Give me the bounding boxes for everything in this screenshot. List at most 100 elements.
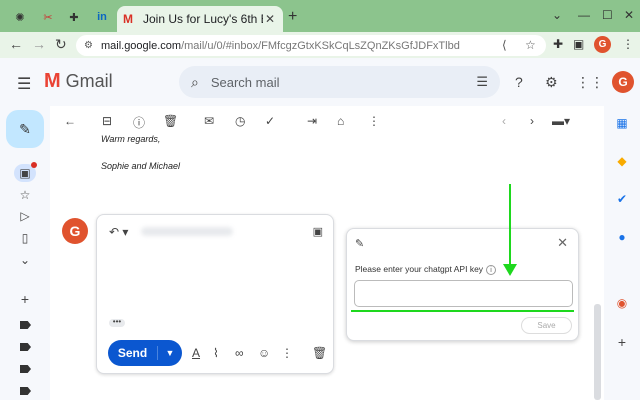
- scissors-tab-icon[interactable]: ✂: [36, 6, 60, 28]
- linkedin-tab-icon[interactable]: in: [90, 6, 114, 28]
- gmail-header: ☰ M Gmail ⌕ Search mail ☰ ? ⚙ ⋮⋮: [0, 58, 640, 106]
- reply-compose-box[interactable]: ↶ ▾ ▣ ••• Send ▼ A ⌇ ∞ ☺ ⋮ 🗑: [96, 214, 334, 374]
- browser-menu-icon[interactable]: ⋮: [622, 37, 634, 51]
- forward-arrow-icon[interactable]: →: [32, 36, 46, 52]
- tasks-icon[interactable]: ✔: [604, 192, 640, 206]
- unread-dot: [31, 162, 37, 168]
- newer-chevron-icon[interactable]: ‹: [502, 114, 506, 128]
- extension-tab-icon[interactable]: ✚: [62, 6, 86, 28]
- tab-close-icon[interactable]: ✕: [263, 12, 277, 26]
- back-to-inbox-icon[interactable]: ←: [64, 114, 76, 128]
- emoji-icon[interactable]: ☺: [258, 346, 270, 360]
- pop-out-reply-icon[interactable]: ▣: [313, 225, 323, 238]
- attach-icon[interactable]: ⌇: [213, 346, 219, 360]
- account-avatar[interactable]: G: [612, 71, 634, 93]
- close-icon[interactable]: ✕: [557, 235, 568, 251]
- older-chevron-icon[interactable]: ›: [530, 114, 534, 128]
- add-label-icon[interactable]: +: [0, 291, 50, 307]
- drafts-icon[interactable]: ▯: [0, 231, 50, 245]
- search-input[interactable]: Search mail: [211, 75, 280, 90]
- back-arrow-icon[interactable]: ←: [9, 36, 23, 52]
- compose-button[interactable]: ✎: [6, 110, 44, 148]
- show-trimmed-content-button[interactable]: •••: [109, 318, 125, 327]
- more-compose-options-icon[interactable]: ⋮: [281, 346, 293, 360]
- window-close-icon[interactable]: ✕: [624, 8, 634, 22]
- snooze-icon[interactable]: ◷: [235, 114, 245, 128]
- site-info-icon[interactable]: ⚙: [84, 40, 93, 51]
- extensions-puzzle-icon[interactable]: ✚: [553, 37, 563, 51]
- label-icon[interactable]: [20, 387, 31, 395]
- reply-type-icon[interactable]: ↶ ▾: [109, 225, 128, 239]
- search-bar[interactable]: ⌕ Search mail ☰: [179, 66, 500, 98]
- gmail-favicon: M: [123, 12, 133, 26]
- url-host: mail.google.com: [100, 39, 182, 52]
- recipient-field[interactable]: [141, 227, 233, 236]
- url-path: /mail/u/0/#inbox/FMfcgzGtxKSkCqLsZQnZKsG…: [181, 39, 460, 52]
- add-task-icon[interactable]: ✓: [265, 114, 275, 128]
- tab-list-chevron-icon[interactable]: ⌄: [552, 8, 562, 22]
- addon-icon[interactable]: ◉: [604, 296, 640, 310]
- message-toolbar: ← ⊟ ⓘ 🗑 ✉ ◷ ✓ ⇥ ⌂ ⋮ ‹ › ▬▾: [50, 106, 602, 136]
- more-options-icon[interactable]: ⋮: [368, 114, 380, 128]
- highlight-underline: [351, 310, 574, 312]
- browser-profile-avatar[interactable]: G: [594, 36, 611, 53]
- left-nav-rail: ✎ ▣ ☆ ▷ ▯ ⌄ +: [0, 106, 50, 400]
- minimize-icon[interactable]: —: [578, 8, 590, 22]
- starred-icon[interactable]: ☆: [0, 188, 50, 202]
- mark-unread-icon[interactable]: ✉: [204, 114, 214, 128]
- bookmark-star-icon[interactable]: ☆: [525, 38, 536, 52]
- side-panel-icon[interactable]: ▣: [573, 37, 584, 51]
- more-chevron-icon[interactable]: ⌄: [0, 253, 50, 267]
- annotation-arrow-line: [509, 184, 511, 268]
- url-field[interactable]: ⚙ mail.google.com/mail/u/0/#inbox/FMfcgz…: [76, 35, 546, 56]
- keep-icon[interactable]: ◆: [604, 154, 640, 168]
- discard-draft-icon[interactable]: 🗑: [312, 346, 327, 360]
- send-button-group[interactable]: Send ▼: [108, 340, 182, 366]
- reply-avatar: G: [62, 218, 88, 244]
- api-key-prompt-wrapper: Please enter your chatgpt API key i: [355, 264, 497, 275]
- message-closing: Warm regards,: [101, 134, 161, 144]
- message-view: ← ⊟ ⓘ 🗑 ✉ ◷ ✓ ⇥ ⌂ ⋮ ‹ › ▬▾ Warm regards,…: [50, 106, 602, 400]
- search-options-icon[interactable]: ☰: [476, 74, 488, 90]
- send-button[interactable]: Send: [108, 346, 158, 360]
- search-icon[interactable]: ⌕: [191, 74, 199, 91]
- tab-gmail-active[interactable]: M Join Us for Lucy's 6th Bir ✕: [117, 6, 283, 32]
- reload-icon[interactable]: ↻: [55, 36, 67, 53]
- message-signature: Sophie and Michael: [101, 161, 181, 171]
- help-icon[interactable]: ?: [515, 74, 523, 90]
- archive-icon[interactable]: ⊟: [102, 114, 112, 128]
- report-spam-icon[interactable]: ⓘ: [133, 114, 145, 131]
- move-to-icon[interactable]: ⇥: [307, 114, 317, 128]
- formatting-icon[interactable]: A: [192, 346, 200, 360]
- chatgpt-tab-icon[interactable]: ✺: [8, 6, 32, 28]
- gmail-logo[interactable]: M Gmail: [44, 70, 113, 93]
- input-tools-icon[interactable]: ▬▾: [552, 114, 570, 128]
- api-key-input[interactable]: [354, 280, 573, 307]
- label-icon[interactable]: [20, 343, 31, 351]
- settings-gear-icon[interactable]: ⚙: [545, 74, 558, 91]
- nav-inbox[interactable]: ▣: [0, 164, 50, 182]
- get-addons-icon[interactable]: +: [604, 334, 640, 350]
- main-menu-icon[interactable]: ☰: [17, 74, 31, 94]
- delete-icon[interactable]: 🗑: [163, 114, 178, 128]
- calendar-icon[interactable]: ▦: [604, 116, 640, 130]
- gmail-m-icon: M: [44, 70, 61, 92]
- sent-icon[interactable]: ▷: [0, 209, 50, 223]
- label-icon[interactable]: [20, 321, 31, 329]
- insert-link-icon[interactable]: ∞: [235, 346, 244, 360]
- save-button[interactable]: Save: [521, 317, 572, 334]
- page-scrollbar[interactable]: [594, 304, 601, 400]
- label-icon[interactable]: [20, 365, 31, 373]
- labels-icon[interactable]: ⌂: [337, 114, 344, 128]
- maximize-icon[interactable]: ☐: [602, 8, 613, 22]
- contacts-icon[interactable]: ●: [604, 230, 640, 244]
- new-tab-button[interactable]: +: [288, 8, 297, 26]
- info-icon[interactable]: i: [486, 265, 497, 275]
- address-toolbar: ← → ↻ ⚙ mail.google.com/mail/u/0/#inbox/…: [0, 32, 640, 58]
- send-options-chevron-icon[interactable]: ▼: [158, 348, 182, 358]
- annotation-arrow-head: [503, 264, 517, 276]
- google-apps-icon[interactable]: ⋮⋮: [576, 74, 604, 91]
- share-icon[interactable]: ⟨: [502, 38, 507, 52]
- browser-tab-bar: ✺ ✂ ✚ in M Join Us for Lucy's 6th Bir ✕ …: [0, 0, 640, 32]
- api-key-popup: ✎ ✕ Please enter your chatgpt API key i S…: [346, 228, 579, 341]
